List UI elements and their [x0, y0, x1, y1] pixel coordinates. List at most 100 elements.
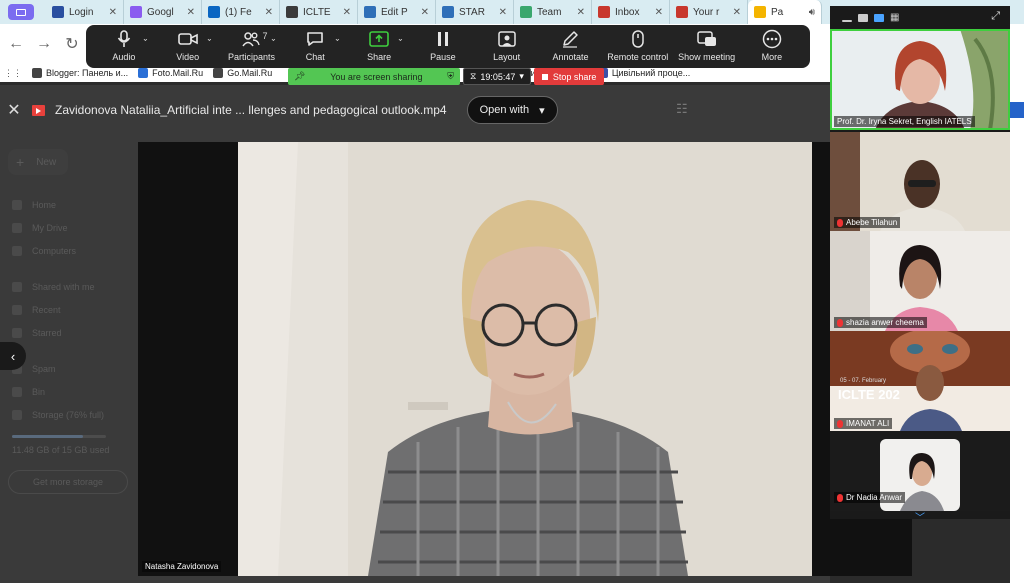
tab-audio-icon[interactable]: 🔊︎: [809, 7, 815, 18]
share-status-pill[interactable]: 📌︎ You are screen sharing ⛨: [288, 68, 460, 85]
drive-nav-icon: [12, 387, 22, 397]
tab-close-icon[interactable]: ✕: [109, 7, 117, 18]
screen-sharing-bar: 📌︎ You are screen sharing ⛨ ⧖ 19:05:47 ▾…: [288, 68, 608, 85]
open-with-button[interactable]: Open with ▾: [466, 96, 558, 124]
tab-close-icon[interactable]: ✕: [343, 7, 351, 18]
zoom-meeting-toolbar: Audio ⌃ Video ⌃ Participants 7 ⌃ Chat ⌃ Share ⌃ Pau…: [86, 25, 810, 68]
caret-down-icon[interactable]: ⌃: [206, 33, 213, 42]
video-button[interactable]: Video ⌃: [161, 29, 215, 62]
toolbar-button-label: Show meeting: [678, 52, 736, 62]
drive-nav-item[interactable]: Bin: [12, 387, 45, 397]
share-button[interactable]: Share ⌃: [352, 29, 406, 62]
new-button[interactable]: + New: [8, 149, 68, 175]
caret-down-icon[interactable]: ⌃: [397, 33, 404, 42]
tab-close-icon[interactable]: ✕: [499, 7, 507, 18]
caret-down-icon[interactable]: ⌃: [334, 33, 341, 42]
participant-tile[interactable]: shazia anwer cheema: [830, 231, 1010, 331]
reload-icon[interactable]: ↻: [64, 34, 80, 54]
participants-button[interactable]: Participants 7 ⌃: [224, 29, 278, 62]
bookmarks-grid-icon[interactable]: ⋮⋮: [4, 68, 22, 79]
chat-button[interactable]: Chat ⌃: [288, 29, 342, 62]
browser-tab[interactable]: (1) Fe ✕: [202, 0, 280, 24]
browser-tab[interactable]: Inbox ✕: [592, 0, 670, 24]
bookmark-item[interactable]: Go.Mail.Ru: [213, 68, 272, 78]
drive-nav-label: Recent: [32, 305, 61, 315]
drive-nav-item[interactable]: Home: [12, 200, 56, 210]
bookmark-label: Цивільний проце...: [611, 68, 691, 78]
browser-tab[interactable]: Edit P ✕: [358, 0, 436, 24]
browser-tab[interactable]: Login ✕: [46, 0, 124, 24]
participant-tile[interactable]: Abebe Tilahun: [830, 132, 1010, 231]
tab-close-icon[interactable]: ✕: [577, 7, 585, 18]
browser-tab[interactable]: STAR ✕: [436, 0, 514, 24]
speaker-view-icon[interactable]: [858, 13, 868, 22]
caret-down-icon[interactable]: ⌃: [270, 33, 277, 42]
layout-button[interactable]: Layout: [480, 29, 534, 62]
drive-nav-item[interactable]: Shared with me: [12, 282, 95, 292]
video-player[interactable]: Natasha Zavidonova: [138, 142, 912, 576]
bookmark-label: Blogger: Панель и...: [46, 68, 129, 78]
tab-close-icon[interactable]: ✕: [187, 7, 195, 18]
bookmark-item[interactable]: Foto.Mail.Ru: [138, 68, 203, 78]
grid-view-icon[interactable]: ▦: [890, 12, 899, 23]
share-status-text: You are screen sharing: [330, 71, 423, 82]
drive-nav-label: Bin: [32, 387, 46, 397]
tab-close-icon[interactable]: ✕: [421, 7, 429, 18]
bookmark-label: Go.Mail.Ru: [227, 68, 273, 78]
get-more-storage-button[interactable]: Get more storage: [8, 470, 128, 494]
browser-tab[interactable]: Pa 🔊︎: [748, 0, 822, 24]
toolbar-button-label: Participants: [227, 52, 275, 62]
more-button[interactable]: More: [745, 29, 799, 62]
participant-tile[interactable]: 05 - 07. February ICLTE 202 IMANAT ALI: [830, 331, 1010, 431]
tab-close-icon[interactable]: ✕: [655, 7, 663, 18]
tab-search-button[interactable]: [8, 4, 34, 20]
tab-favicon-icon: [442, 6, 454, 18]
participant-name: shazia anwer cheema: [834, 317, 927, 328]
remote-control-button[interactable]: Remote control: [607, 29, 668, 62]
minimize-icon[interactable]: [842, 19, 852, 22]
caret-down-icon[interactable]: ⌃: [142, 33, 149, 42]
tab-close-icon[interactable]: ✕: [265, 7, 273, 18]
drive-nav-item[interactable]: My Drive: [12, 223, 68, 233]
forward-arrow-icon[interactable]: →: [36, 35, 52, 53]
settings-sliders-icon[interactable]: ☷: [676, 101, 688, 117]
plus-icon: +: [16, 154, 25, 170]
back-arrow-icon[interactable]: ←: [8, 35, 24, 53]
participant-name-text: Dr Nadia Anwar: [846, 493, 903, 502]
toolbar-button-label: More: [761, 52, 783, 62]
drive-nav-item[interactable]: Starred: [12, 328, 62, 338]
bookmark-item[interactable]: Цивільний проце...: [597, 68, 691, 78]
audio-button[interactable]: Audio ⌃: [97, 29, 151, 62]
browser-tab[interactable]: Your r ✕: [670, 0, 748, 24]
close-icon[interactable]: ✕: [6, 100, 22, 120]
browser-tab[interactable]: Googl ✕: [124, 0, 202, 24]
toolbar-button-label: Audio: [112, 52, 136, 62]
browser-tab[interactable]: Team ✕: [514, 0, 592, 24]
drive-nav-label: Shared with me: [32, 282, 95, 292]
participant-tile[interactable]: Prof. Dr. Iryna Sekret, English IATELS: [830, 29, 1010, 130]
participant-tile[interactable]: Dr Nadia Anwar: [830, 431, 1010, 511]
mouse-icon: [631, 29, 645, 49]
toolbar-button-label: Pause: [430, 52, 456, 62]
tab-title: Edit P: [381, 6, 408, 18]
drive-nav-item[interactable]: Recent: [12, 305, 61, 315]
tab-title: STAR: [459, 6, 485, 18]
caret-down-icon: ▾: [539, 104, 545, 117]
annotate-button[interactable]: Annotate: [543, 29, 597, 62]
stop-share-button[interactable]: Stop share: [533, 68, 605, 85]
drive-nav-label: My Drive: [32, 223, 68, 233]
expand-icon[interactable]: ⤢: [991, 10, 1000, 23]
pause-button[interactable]: Pause: [416, 29, 470, 62]
drive-nav-item[interactable]: Storage (76% full): [12, 410, 104, 420]
bookmark-item[interactable]: Blogger: Панель и...: [32, 68, 128, 78]
storage-used-text: 11.48 GB of 15 GB used: [12, 445, 109, 455]
share-screen-icon: [369, 29, 389, 49]
pencil-icon: [561, 29, 579, 49]
toolbar-button-label: Share: [367, 52, 392, 62]
show-meeting-button[interactable]: Show meeting: [678, 29, 735, 62]
drive-nav-item[interactable]: Computers: [12, 246, 76, 256]
strip-view-icon[interactable]: [874, 13, 884, 22]
scroll-down-chevron-icon[interactable]: ﹀: [910, 509, 930, 524]
tab-close-icon[interactable]: ✕: [733, 7, 741, 18]
browser-tab[interactable]: ICLTE ✕: [280, 0, 358, 24]
